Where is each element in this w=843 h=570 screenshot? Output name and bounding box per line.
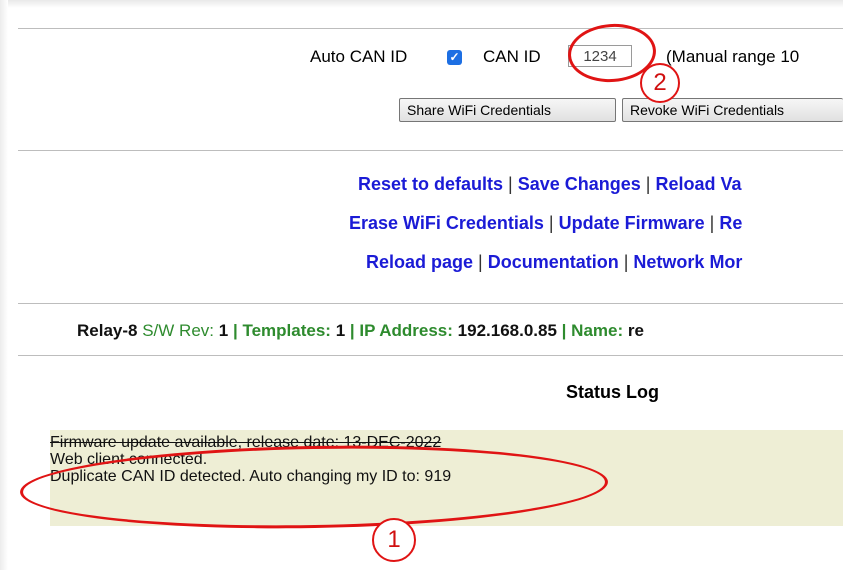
documentation-link[interactable]: Documentation <box>488 252 619 272</box>
reload-page-link[interactable]: Reload page <box>366 252 473 272</box>
sw-rev-value: 1 <box>218 321 229 340</box>
divider <box>18 355 843 356</box>
network-monitor-link[interactable]: Network Mor <box>633 252 742 272</box>
links-row-1: Reset to defaults | Save Changes | Reloa… <box>358 174 742 194</box>
ip-address-value: 192.168.0.85 <box>457 321 557 340</box>
name-value: re <box>627 321 644 340</box>
name-label: Name: <box>571 321 624 340</box>
reboot-link[interactable]: Re <box>719 213 742 233</box>
divider <box>18 303 843 304</box>
device-info-row: Relay-8 S/W Rev: 1 | Templates: 1 | IP A… <box>77 321 644 340</box>
templates-label: Templates: <box>242 321 331 340</box>
share-wifi-credentials-button[interactable]: Share WiFi Credentials <box>399 98 616 122</box>
reset-to-defaults-link[interactable]: Reset to defaults <box>358 174 503 194</box>
window-left-shadow <box>0 0 8 570</box>
links-row-3: Reload page | Documentation | Network Mo… <box>366 252 743 272</box>
save-changes-link[interactable]: Save Changes <box>518 174 641 194</box>
manual-range-text: (Manual range 10 <box>666 47 800 66</box>
ip-address-label: IP Address: <box>359 321 453 340</box>
window-top-shadow <box>0 0 843 8</box>
annotation-badge-1: 1 <box>372 518 416 562</box>
annotation-badge-2: 2 <box>640 63 680 103</box>
erase-wifi-credentials-link[interactable]: Erase WiFi Credentials <box>349 213 544 233</box>
divider <box>18 150 843 151</box>
device-model: Relay-8 <box>77 321 138 340</box>
auto-can-id-label: Auto CAN ID <box>310 47 408 66</box>
divider <box>18 28 843 29</box>
auto-can-id-checkbox[interactable]: ✓ <box>447 50 462 65</box>
can-id-row: Auto CAN ID ✓ CAN ID (Manual range 10 <box>0 44 843 70</box>
links-row-2: Erase WiFi Credentials | Update Firmware… <box>349 213 743 233</box>
can-id-label: CAN ID <box>483 47 541 66</box>
sw-rev-label: S/W Rev: <box>142 321 215 340</box>
status-log-title: Status Log <box>566 382 659 402</box>
reload-values-link[interactable]: Reload Va <box>655 174 741 194</box>
update-firmware-link[interactable]: Update Firmware <box>559 213 705 233</box>
templates-value: 1 <box>335 321 346 340</box>
